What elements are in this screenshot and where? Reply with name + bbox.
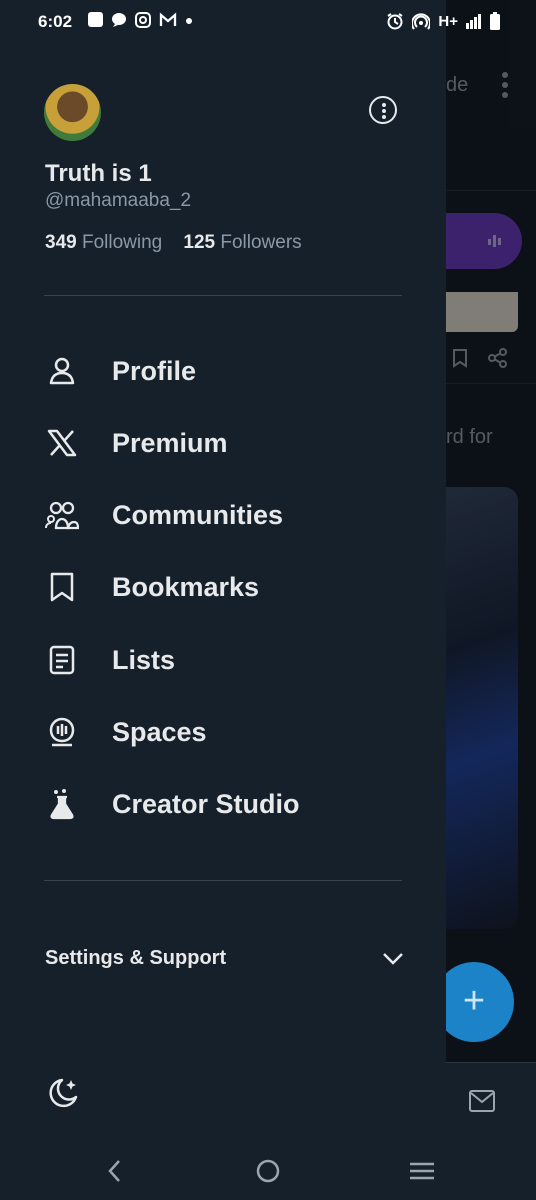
- followers-label: Followers: [220, 232, 302, 253]
- background-bottom-nav: [446, 1062, 536, 1141]
- spaces-icon: [40, 710, 84, 754]
- gmail-icon: [159, 12, 177, 26]
- home-circle-icon: [256, 1159, 280, 1183]
- network-type: H+: [438, 12, 458, 30]
- person-icon: [40, 349, 84, 393]
- back-button[interactable]: [94, 1154, 134, 1188]
- menu-item-label: Creator Studio: [112, 788, 300, 819]
- display-name[interactable]: Truth is 1: [45, 160, 152, 188]
- following-label: Following: [81, 232, 163, 253]
- x-logo-icon: [40, 421, 84, 465]
- menu-item-spaces[interactable]: Spaces: [40, 704, 410, 760]
- compose-fab-button[interactable]: +: [434, 962, 514, 1042]
- system-nav-bar: [0, 1140, 536, 1200]
- recents-icon: [410, 1162, 434, 1180]
- following-count: 349: [45, 232, 77, 253]
- settings-support-label: Settings & Support: [45, 946, 227, 969]
- facebook-icon: [88, 12, 103, 27]
- account-more-button[interactable]: [369, 96, 397, 124]
- hotspot-icon: [412, 13, 431, 30]
- flask-icon: [40, 782, 84, 826]
- menu-item-label: Lists: [112, 644, 176, 675]
- user-handle: @mahamaaba_2: [45, 190, 192, 211]
- recents-button[interactable]: [402, 1154, 442, 1188]
- chat-icon: [112, 13, 126, 27]
- bookmark-icon: [40, 565, 84, 609]
- back-icon: [108, 1160, 120, 1182]
- chevron-down-icon: [383, 953, 403, 965]
- dot-icon: [186, 18, 192, 24]
- menu-item-label: Profile: [112, 355, 197, 386]
- menu-item-label: Spaces: [112, 716, 207, 747]
- menu-item-label: Communities: [112, 499, 284, 530]
- menu-item-creator-studio[interactable]: Creator Studio: [40, 776, 410, 832]
- instagram-icon: [135, 12, 151, 28]
- status-time: 6:02: [38, 12, 73, 31]
- divider: [44, 295, 402, 296]
- menu-item-premium[interactable]: Premium: [40, 415, 410, 471]
- divider: [44, 880, 402, 881]
- followers-count: 125: [183, 232, 216, 253]
- status-bar: 6:02 H+: [0, 0, 536, 44]
- messages-icon[interactable]: [468, 1089, 496, 1113]
- menu-item-lists[interactable]: Lists: [40, 632, 410, 688]
- home-button[interactable]: [248, 1154, 288, 1188]
- menu-item-profile[interactable]: Profile: [40, 343, 410, 399]
- system-icons: H+: [386, 12, 500, 30]
- menu-item-bookmarks[interactable]: Bookmarks: [40, 559, 410, 615]
- follow-stats: 349 Following 125 Followers: [45, 232, 302, 254]
- followers-link[interactable]: 125 Followers: [183, 232, 301, 253]
- menu-item-label: Premium: [112, 427, 228, 458]
- following-link[interactable]: 349 Following: [45, 232, 162, 253]
- settings-support-toggle[interactable]: Settings & Support: [45, 940, 405, 976]
- menu-item-label: Bookmarks: [112, 571, 260, 602]
- notification-icons: [88, 12, 193, 28]
- list-icon: [40, 638, 84, 682]
- avatar[interactable]: [44, 84, 101, 141]
- moon-icon: [49, 1078, 78, 1108]
- display-theme-button[interactable]: [44, 1074, 82, 1112]
- menu-item-communities[interactable]: Communities: [40, 487, 410, 543]
- signal-icon: [466, 14, 481, 29]
- navigation-drawer: Truth is 1 @mahamaaba_2 349 Following 12…: [0, 0, 446, 1140]
- communities-icon: [40, 493, 84, 537]
- battery-icon: [490, 12, 500, 30]
- alarm-icon: [387, 13, 403, 30]
